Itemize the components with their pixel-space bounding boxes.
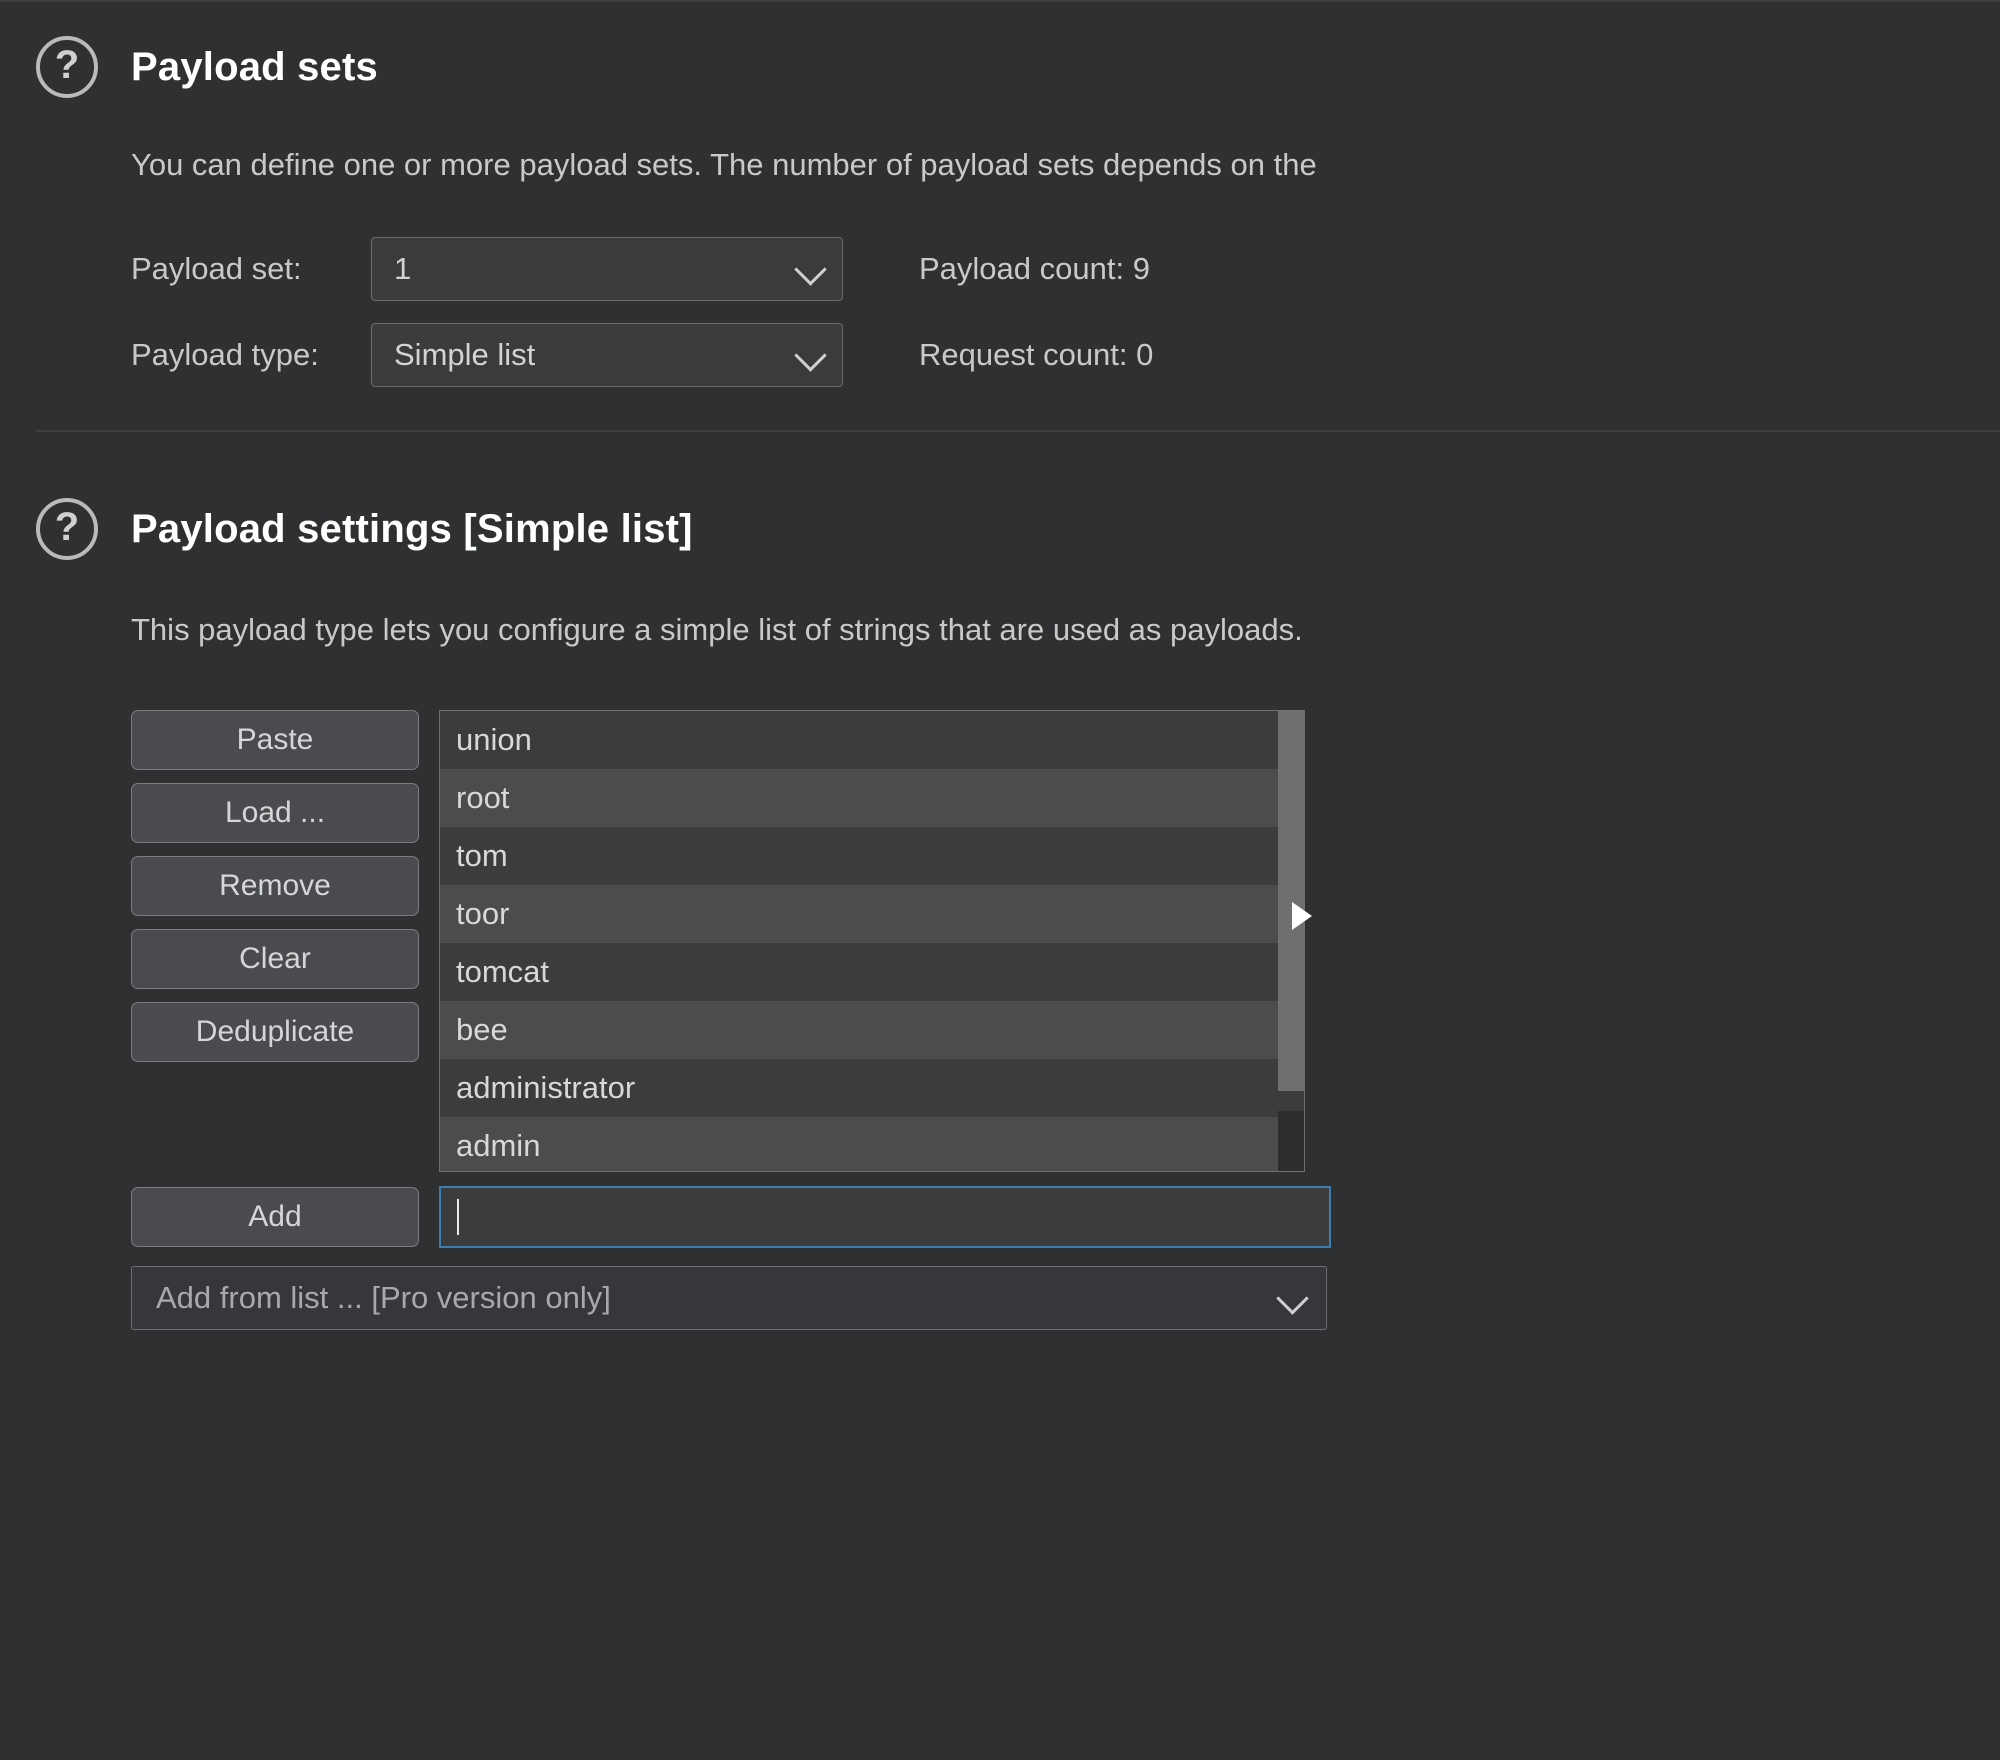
help-circle-icon[interactable]: ? xyxy=(36,498,98,560)
add-from-list-label: Add from list ... [Pro version only] xyxy=(156,1280,611,1315)
text-caret xyxy=(457,1199,459,1235)
payload-list-items: union root tom toor tomcat bee administr… xyxy=(440,711,1278,1171)
payload-settings-header: ? Payload settings [Simple list] xyxy=(36,498,1996,560)
payload-set-select[interactable]: 1 xyxy=(371,236,843,301)
payload-sets-form: Payload set: 1 Payload count: 9 Payload … xyxy=(131,235,1996,388)
scrollbar-track[interactable] xyxy=(1278,1111,1304,1171)
payload-action-buttons: Paste Load ... Remove Clear Deduplicate xyxy=(131,710,419,1062)
add-button[interactable]: Add xyxy=(131,1187,419,1247)
help-circle-icon[interactable]: ? xyxy=(36,36,98,98)
list-item[interactable]: bee xyxy=(440,1001,1278,1059)
payload-settings-title: Payload settings [Simple list] xyxy=(131,506,693,551)
list-item[interactable]: admin xyxy=(440,1117,1278,1171)
remove-button[interactable]: Remove xyxy=(131,856,419,916)
list-item[interactable]: tom xyxy=(440,827,1278,885)
payload-type-row: Payload type: Simple list Request count:… xyxy=(131,321,1996,388)
payload-sets-description: You can define one or more payload sets.… xyxy=(131,147,1317,182)
payload-list-editor: Paste Load ... Remove Clear Deduplicate … xyxy=(131,710,1961,1330)
deduplicate-button[interactable]: Deduplicate xyxy=(131,1002,419,1062)
list-item[interactable]: root xyxy=(440,769,1278,827)
list-item[interactable]: tomcat xyxy=(440,943,1278,1001)
payload-list[interactable]: union root tom toor tomcat bee administr… xyxy=(439,710,1305,1172)
payload-set-label: Payload set: xyxy=(131,250,302,286)
chevron-down-icon xyxy=(794,338,828,372)
section-divider xyxy=(36,430,2000,432)
payload-type-select[interactable]: Simple list xyxy=(371,322,843,387)
clear-button[interactable]: Clear xyxy=(131,929,419,989)
payload-sets-section: ? Payload sets You can define one or mor… xyxy=(36,36,1996,407)
chevron-down-icon xyxy=(794,252,828,286)
list-item[interactable]: union xyxy=(440,711,1278,769)
payload-type-value: Simple list xyxy=(394,336,536,372)
list-item[interactable]: administrator xyxy=(440,1059,1278,1117)
payload-set-value: 1 xyxy=(394,250,412,286)
load-button[interactable]: Load ... xyxy=(131,783,419,843)
payload-settings-description: This payload type lets you configure a s… xyxy=(131,612,1303,647)
top-divider xyxy=(0,0,2000,2)
editor-top-row: Paste Load ... Remove Clear Deduplicate … xyxy=(131,710,1961,1172)
payload-set-row: Payload set: 1 Payload count: 9 xyxy=(131,235,1996,302)
payload-type-label: Payload type: xyxy=(131,336,319,372)
payload-sets-title: Payload sets xyxy=(131,44,378,89)
paste-button[interactable]: Paste xyxy=(131,710,419,770)
payload-count-label: Payload count: 9 xyxy=(919,250,1150,286)
list-item[interactable]: toor xyxy=(440,885,1278,943)
scrollbar-thumb[interactable] xyxy=(1278,711,1304,1091)
payload-settings-section: ? Payload settings [Simple list] This pa… xyxy=(36,498,1996,1330)
add-payload-row: Add xyxy=(131,1186,1961,1248)
add-payload-input[interactable] xyxy=(439,1186,1331,1248)
chevron-down-icon xyxy=(1276,1281,1310,1315)
payload-sets-header: ? Payload sets xyxy=(36,36,1996,98)
add-from-list-select[interactable]: Add from list ... [Pro version only] xyxy=(131,1266,1327,1330)
payload-list-scrollbar[interactable] xyxy=(1278,711,1304,1171)
request-count-label: Request count: 0 xyxy=(919,336,1154,372)
